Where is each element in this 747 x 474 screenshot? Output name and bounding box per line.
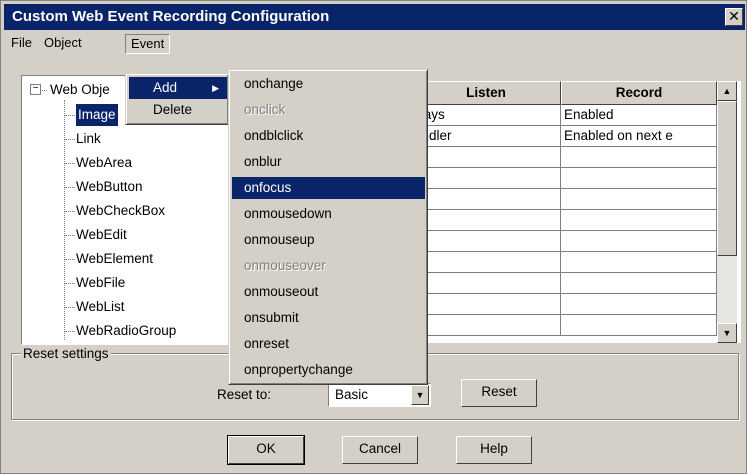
tree-connector bbox=[65, 211, 75, 212]
tree-item[interactable]: WebFile bbox=[76, 272, 125, 294]
tree-connector bbox=[65, 115, 75, 116]
cell-record[interactable]: Enabled on next e bbox=[561, 126, 717, 147]
close-icon[interactable]: ✕ bbox=[725, 8, 743, 26]
event-menu-item-label: Delete bbox=[153, 102, 193, 117]
title-bar[interactable]: Custom Web Event Recording Configuration… bbox=[4, 4, 745, 30]
reset-to-value: Basic bbox=[335, 387, 369, 402]
window-title: Custom Web Event Recording Configuration bbox=[12, 8, 330, 25]
add-submenu-item: onclick bbox=[244, 102, 286, 117]
tree-item[interactable]: Image bbox=[76, 104, 118, 126]
ok-button[interactable]: OK bbox=[227, 435, 305, 465]
tree-connector bbox=[65, 259, 75, 260]
event-menu-item-label: Add bbox=[153, 80, 178, 95]
cell-listen[interactable] bbox=[411, 273, 561, 294]
scroll-thumb[interactable] bbox=[717, 101, 737, 256]
tree-connector bbox=[64, 100, 65, 340]
cell-listen[interactable] bbox=[411, 252, 561, 273]
add-submenu-item[interactable]: onchange bbox=[232, 73, 425, 95]
cell-record[interactable] bbox=[561, 147, 717, 168]
menu-event[interactable]: Event bbox=[125, 34, 171, 54]
cell-listen[interactable] bbox=[411, 189, 561, 210]
tree-connector bbox=[65, 163, 75, 164]
tree-connector bbox=[65, 187, 75, 188]
cell-record[interactable] bbox=[561, 189, 717, 210]
cell-listen[interactable] bbox=[411, 294, 561, 315]
cell-record[interactable] bbox=[561, 231, 717, 252]
column-header-record[interactable]: Record bbox=[561, 81, 717, 105]
tree-connector bbox=[65, 331, 75, 332]
submenu-arrow-icon: ▶ bbox=[212, 83, 219, 93]
cell-listen[interactable] bbox=[411, 231, 561, 252]
event-menu-item[interactable]: Add ▶ bbox=[129, 77, 227, 99]
tree-connector bbox=[65, 307, 75, 308]
cell-record[interactable] bbox=[561, 294, 717, 315]
tree-item[interactable]: WebArea bbox=[76, 152, 132, 174]
cell-record[interactable]: Enabled bbox=[561, 105, 717, 126]
tree-root-label[interactable]: Web Obje bbox=[50, 79, 110, 101]
reset-settings-label: Reset settings bbox=[21, 346, 111, 361]
event-menu: Add ▶ Delete bbox=[125, 73, 229, 125]
add-submenu: onchange onclick ondblclick onblur onfocus on… bbox=[228, 69, 428, 385]
add-submenu-item[interactable]: onblur bbox=[232, 151, 425, 173]
add-submenu-item[interactable]: onfocus bbox=[232, 177, 425, 199]
cell-record[interactable] bbox=[561, 273, 717, 294]
add-submenu-item: onmouseover bbox=[244, 258, 326, 273]
tree-item[interactable]: Link bbox=[76, 128, 101, 150]
cell-record[interactable] bbox=[561, 252, 717, 273]
cell-listen[interactable] bbox=[411, 210, 561, 231]
column-header-listen[interactable]: Listen bbox=[411, 81, 561, 105]
tree-item[interactable]: WebButton bbox=[76, 176, 143, 198]
tree-item[interactable]: WebElement bbox=[76, 248, 153, 270]
cell-listen[interactable] bbox=[411, 168, 561, 189]
reset-to-label: Reset to: bbox=[217, 387, 272, 402]
cell-listen[interactable] bbox=[411, 147, 561, 168]
add-submenu-item[interactable]: onreset bbox=[232, 333, 425, 355]
event-menu-item[interactable]: Delete bbox=[129, 99, 227, 121]
help-button[interactable]: Help bbox=[456, 436, 532, 464]
add-submenu-item[interactable]: onmouseout bbox=[232, 281, 425, 303]
tree-connector bbox=[65, 283, 75, 284]
cell-listen[interactable]: ways bbox=[411, 105, 561, 126]
cancel-button[interactable]: Cancel bbox=[342, 436, 418, 464]
event-grid[interactable]: Listen Record ways Enabled andler Enabled o… bbox=[411, 81, 741, 343]
tree-item[interactable]: WebRadioGroup bbox=[76, 320, 176, 342]
add-submenu-item[interactable]: onmousedown bbox=[232, 203, 425, 225]
dialog-window: Custom Web Event Recording Configuration… bbox=[0, 0, 747, 474]
grid-scrollbar[interactable]: ▲ ▼ bbox=[717, 81, 737, 343]
collapse-icon[interactable]: − bbox=[30, 84, 41, 95]
add-submenu-item[interactable]: onpropertychange bbox=[232, 359, 425, 381]
tree-connector bbox=[65, 139, 75, 140]
cell-record[interactable] bbox=[561, 210, 717, 231]
add-submenu-item[interactable]: ondblclick bbox=[232, 125, 425, 147]
chevron-down-icon[interactable]: ▼ bbox=[411, 385, 429, 405]
cell-listen[interactable] bbox=[411, 315, 561, 336]
tree-connector bbox=[42, 90, 47, 91]
tree-connector bbox=[65, 235, 75, 236]
reset-button[interactable]: Reset bbox=[461, 379, 537, 407]
add-submenu-item[interactable]: onmouseup bbox=[232, 229, 425, 251]
menu-object[interactable]: Object bbox=[39, 34, 87, 54]
add-submenu-item[interactable]: onsubmit bbox=[232, 307, 425, 329]
tree-item[interactable]: WebCheckBox bbox=[76, 200, 165, 222]
scroll-up-icon[interactable]: ▲ bbox=[717, 81, 737, 101]
tree-item[interactable]: WebEdit bbox=[76, 224, 127, 246]
cell-record[interactable] bbox=[561, 168, 717, 189]
menu-file[interactable]: File bbox=[6, 34, 37, 54]
tree-item[interactable]: WebList bbox=[76, 296, 125, 318]
reset-to-combo[interactable]: Basic ▼ bbox=[328, 383, 431, 407]
scroll-down-icon[interactable]: ▼ bbox=[717, 323, 737, 343]
cell-listen[interactable]: andler bbox=[411, 126, 561, 147]
cell-record[interactable] bbox=[561, 315, 717, 336]
menu-bar: File Object Event bbox=[4, 31, 745, 55]
